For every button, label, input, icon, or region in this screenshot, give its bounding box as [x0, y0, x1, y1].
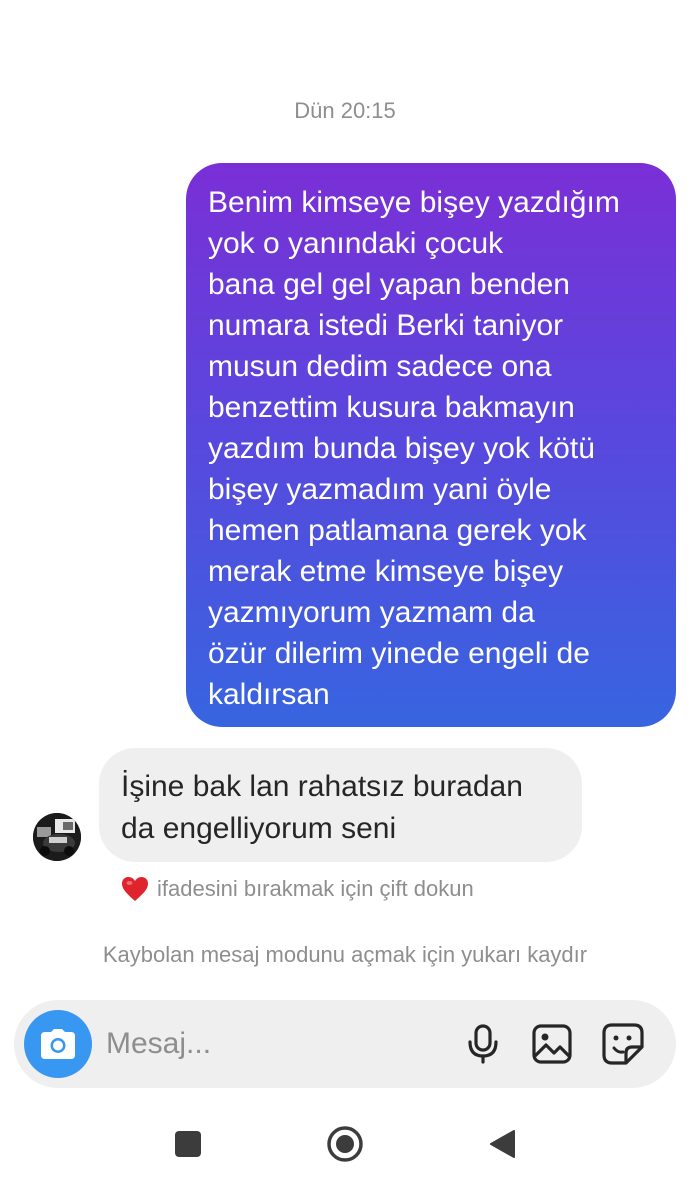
camera-icon [41, 1029, 75, 1059]
sent-message-line: Benim kimseye bişey yazdığım [208, 186, 620, 219]
message-composer [14, 1000, 676, 1088]
sent-message-line: bişey yazmadım yani öyle [208, 473, 552, 506]
gallery-button[interactable] [530, 1022, 574, 1066]
sent-message-line: yazdım bunda bişey yok kötü [208, 432, 595, 465]
sent-message-line: özür dilerim yinede engeli de [208, 637, 590, 670]
sent-message-line: bana gel gel yapan benden [208, 268, 570, 301]
home-button[interactable] [325, 1124, 365, 1164]
gallery-icon [532, 1024, 572, 1064]
recent-apps-button[interactable] [168, 1124, 208, 1164]
sticker-button[interactable] [601, 1022, 645, 1066]
vanish-mode-hint: Kaybolan mesaj modunu açmak için yukarı … [102, 942, 588, 967]
sent-message-line: merak etme kimseye bişey [208, 555, 564, 588]
home-icon [327, 1126, 363, 1162]
sent-message-bubble[interactable]: Benim kimseye bişey yazdığım yok o yanın… [186, 163, 676, 727]
heart-icon [122, 877, 148, 901]
microphone-icon [468, 1024, 498, 1064]
received-message-line: da engelliyorum seni [121, 812, 397, 845]
chat-screen: Dün 20:15 Benim kimseye bişey yazdığım y… [0, 0, 690, 1185]
system-navigation-bar [0, 1100, 690, 1185]
sent-message-line: benzettim kusura bakmayın [208, 391, 575, 424]
sent-message-line: yazmıyorum yazmam da [208, 596, 535, 629]
back-icon [490, 1130, 515, 1158]
message-input[interactable] [106, 1020, 436, 1068]
recent-apps-icon [175, 1131, 201, 1157]
sent-message-line: hemen patlamana gerek yok [208, 514, 587, 547]
back-button[interactable] [482, 1124, 522, 1164]
received-message-bubble[interactable]: İşine bak lan rahatsız buradan da engell… [99, 748, 582, 862]
avatar-photo-icon [33, 813, 81, 861]
sticker-icon [602, 1023, 644, 1065]
received-message-line: İşine bak lan rahatsız buradan [121, 770, 523, 803]
reaction-hint: ifadesini bırakmak için çift dokun [121, 874, 474, 904]
camera-button[interactable] [24, 1010, 92, 1078]
sent-message-line: yok o yanındaki çocuk [208, 227, 504, 260]
sent-message-line: numara istedi Berki taniyor [208, 309, 564, 342]
message-timestamp: Dün 20:15 [294, 98, 396, 123]
reaction-hint-text: ifadesini bırakmak için çift dokun [157, 876, 474, 901]
microphone-button[interactable] [461, 1022, 505, 1066]
sent-message-line: musun dedim sadece ona [208, 350, 552, 383]
avatar[interactable] [33, 813, 81, 861]
sent-message-line: kaldırsan [208, 678, 330, 711]
